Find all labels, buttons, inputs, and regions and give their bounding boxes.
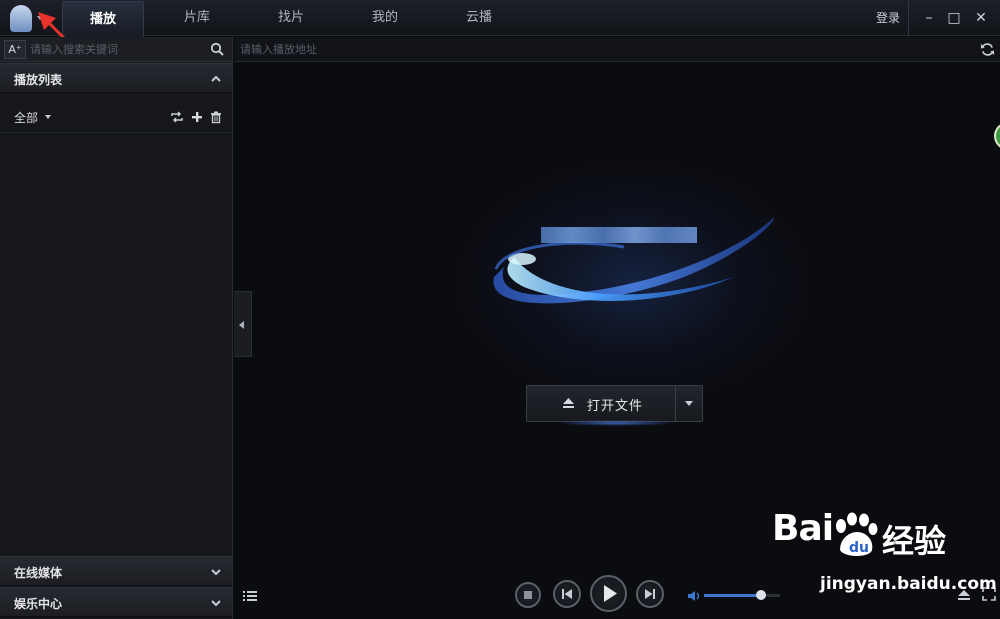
volume-slider[interactable] (704, 590, 780, 600)
button-glow (556, 420, 676, 426)
skip-back-icon (562, 589, 572, 599)
chevron-left-icon (239, 321, 244, 329)
sidebar: A⁺ 播放列表 全部 在线媒体 (0, 37, 233, 619)
playlist-icon[interactable] (243, 590, 257, 602)
search-icon[interactable] (210, 42, 224, 56)
open-file-button[interactable]: 打开文件 (527, 386, 675, 421)
open-file-dropdown[interactable] (676, 386, 702, 421)
sidebar-search-row: A⁺ (0, 37, 232, 62)
section-title: 娱乐中心 (14, 597, 63, 611)
paw-logo-icon: du (836, 512, 878, 556)
app-logo-icon (10, 5, 32, 32)
chevron-down-icon[interactable] (209, 596, 223, 610)
next-button[interactable] (636, 580, 664, 608)
tab-library[interactable]: 片库 (156, 0, 238, 36)
chevron-up-icon[interactable] (209, 72, 223, 86)
refresh-icon[interactable] (980, 42, 995, 57)
volume-icon[interactable] (688, 590, 702, 602)
font-size-button[interactable]: A⁺ (4, 40, 26, 59)
svg-text:du: du (849, 540, 869, 556)
stop-button[interactable] (515, 582, 541, 608)
playlist-header[interactable]: 播放列表 (0, 63, 232, 93)
tab-find[interactable]: 找片 (250, 0, 332, 36)
login-button[interactable]: 登录 (876, 0, 910, 36)
filter-dropdown[interactable]: 全部 (14, 109, 38, 126)
section-title: 在线媒体 (14, 566, 63, 580)
close-button[interactable]: ✕ (972, 9, 990, 27)
url-row (234, 37, 1000, 62)
tab-cloud[interactable]: 云播 (438, 0, 520, 36)
search-input[interactable] (30, 39, 206, 60)
main-tabs: 播放 片库 找片 我的 云播 (62, 0, 532, 37)
loop-icon[interactable] (170, 110, 184, 124)
volume-fill (704, 594, 761, 597)
play-button[interactable] (590, 575, 627, 612)
entertainment-header[interactable]: 娱乐中心 (0, 587, 232, 617)
sidebar-collapse-handle[interactable] (234, 291, 252, 357)
maximize-button[interactable]: □ (945, 9, 963, 27)
section-title: 播放列表 (14, 73, 63, 87)
chevron-down-icon (685, 401, 693, 406)
trash-icon[interactable] (209, 110, 223, 124)
open-file-label: 打开文件 (587, 399, 644, 414)
stop-icon (524, 591, 532, 599)
watermark-url: jingyan.baidu.com (820, 574, 997, 594)
open-file-button-group: 打开文件 (526, 385, 703, 422)
chevron-down-icon[interactable] (209, 565, 223, 579)
skip-forward-icon (645, 589, 655, 599)
watermark-brand: Bai (772, 508, 834, 549)
minimize-button[interactable]: – (920, 9, 938, 27)
playlist-filter-row: 全部 (0, 101, 232, 133)
play-icon (604, 585, 617, 602)
eject-icon (563, 398, 574, 408)
play-url-input[interactable] (240, 39, 940, 60)
brand-logo-blurred (541, 227, 697, 243)
tab-mine[interactable]: 我的 (344, 0, 426, 36)
watermark-brand-suffix: 经验 (882, 522, 947, 560)
online-media-header[interactable]: 在线媒体 (0, 556, 232, 586)
previous-button[interactable] (553, 580, 581, 608)
volume-knob[interactable] (756, 590, 766, 600)
chevron-down-icon[interactable] (45, 115, 51, 119)
title-bar: 播放 片库 找片 我的 云播 登录 – □ ✕ (0, 0, 1000, 37)
add-icon[interactable] (190, 110, 204, 124)
